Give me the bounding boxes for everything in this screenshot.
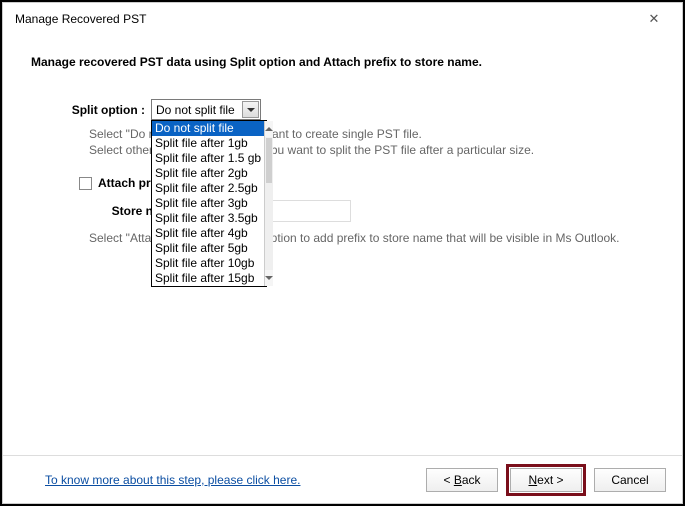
- scroll-up-icon[interactable]: [265, 121, 273, 137]
- scroll-down-icon[interactable]: [265, 270, 273, 286]
- page-heading: Manage recovered PST data using Split op…: [31, 55, 654, 69]
- split-option-value: Do not split file: [156, 103, 235, 117]
- dropdown-item[interactable]: Split file after 5gb: [152, 241, 264, 256]
- dropdown-item[interactable]: Split file after 2.5gb: [152, 181, 264, 196]
- content-area: Manage recovered PST data using Split op…: [3, 35, 682, 246]
- attach-prefix-row: Attach prefix t: [31, 176, 654, 190]
- dropdown-item[interactable]: Split file after 1.5 gb: [152, 151, 264, 166]
- dropdown-item[interactable]: Split file after 3.5gb: [152, 211, 264, 226]
- split-option-combo[interactable]: Do not split file: [151, 99, 261, 120]
- window-title: Manage Recovered PST: [15, 12, 634, 26]
- attach-hint: Select "Attach ption to add prefix to st…: [31, 230, 654, 246]
- dropdown-item[interactable]: Split file after 3gb: [152, 196, 264, 211]
- chevron-down-icon[interactable]: [242, 101, 259, 118]
- scroll-track[interactable]: [265, 184, 273, 270]
- titlebar: Manage Recovered PST ✕: [3, 3, 682, 35]
- dropdown-item[interactable]: Split file after 2gb: [152, 166, 264, 181]
- next-button-highlight: Next >: [506, 464, 586, 496]
- dropdown-item[interactable]: Split file after 4gb: [152, 226, 264, 241]
- cancel-button[interactable]: Cancel: [594, 468, 666, 492]
- help-link[interactable]: To know more about this step, please cli…: [45, 473, 300, 487]
- dropdown-list: Do not split file Split file after 1gb S…: [152, 121, 264, 286]
- scroll-thumb[interactable]: [266, 138, 272, 183]
- close-icon[interactable]: ✕: [634, 5, 674, 33]
- dropdown-item[interactable]: Split file after 10gb: [152, 256, 264, 271]
- split-option-dropdown: Do not split file Split file after 1gb S…: [151, 120, 267, 287]
- attach-prefix-checkbox[interactable]: [79, 177, 92, 190]
- dropdown-item[interactable]: Do not split file: [152, 121, 264, 136]
- split-option-label: Split option :: [31, 103, 151, 117]
- next-button[interactable]: Next >: [510, 468, 582, 492]
- footer: To know more about this step, please cli…: [3, 455, 682, 503]
- dialog-window: Manage Recovered PST ✕ Manage recovered …: [2, 2, 683, 504]
- dropdown-scrollbar[interactable]: [264, 121, 273, 286]
- back-button[interactable]: < Back: [426, 468, 498, 492]
- dropdown-item[interactable]: Split file after 15gb: [152, 271, 264, 286]
- split-hint: Select "Do n ant to create single PST fi…: [31, 126, 654, 158]
- dropdown-item[interactable]: Split file after 1gb: [152, 136, 264, 151]
